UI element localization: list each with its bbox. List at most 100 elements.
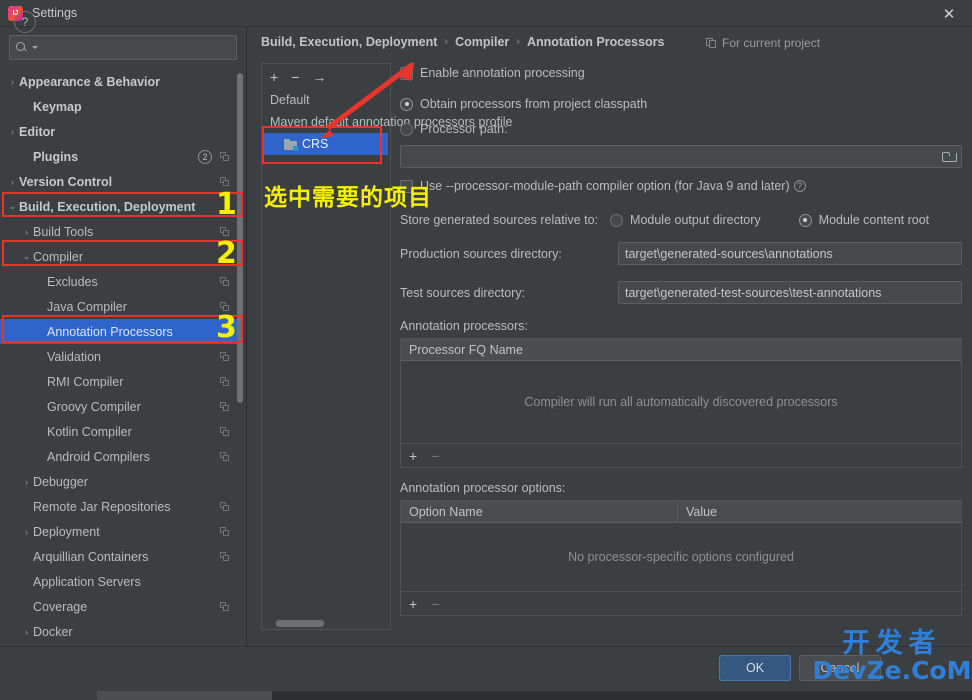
sidebar-item-arquillian-containers[interactable]: ›Arquillian Containers xyxy=(0,544,238,569)
test-sources-field[interactable]: target\generated-test-sources\test-annot… xyxy=(618,281,962,304)
sidebar-item-label: Kotlin Compiler xyxy=(47,424,132,439)
store-module-output-radio[interactable] xyxy=(610,213,624,227)
add-option-button[interactable]: + xyxy=(409,596,417,612)
column-processor-fq-name[interactable]: Processor FQ Name xyxy=(401,339,523,360)
ok-button[interactable]: OK xyxy=(719,655,791,681)
processor-path-field[interactable] xyxy=(400,145,962,168)
sidebar-item-label: Groovy Compiler xyxy=(47,399,141,414)
settings-tree[interactable]: ›Appearance & Behavior›Keymap›Editor›Plu… xyxy=(0,69,238,646)
sidebar-item-android-compilers[interactable]: ›Android Compilers xyxy=(0,444,238,469)
profiles-hscrollbar-thumb[interactable] xyxy=(276,620,324,627)
folder-browse-icon[interactable] xyxy=(942,151,957,162)
scope-label: For current project xyxy=(722,36,821,50)
chevron-down-icon[interactable]: ⌄ xyxy=(6,201,19,212)
chevron-down-icon[interactable]: ⌄ xyxy=(20,251,33,262)
breadcrumb-item[interactable]: Compiler xyxy=(455,35,509,49)
module-path-option-checkbox[interactable] xyxy=(400,179,413,193)
store-module-output-label: Module output directory xyxy=(630,213,761,227)
sidebar-scrollbar-thumb[interactable] xyxy=(237,73,243,403)
chevron-right-icon[interactable]: › xyxy=(6,77,19,87)
sidebar-item-debugger[interactable]: › Debugger xyxy=(0,469,238,494)
column-option-name[interactable]: Option Name xyxy=(401,501,677,522)
copy-settings-icon xyxy=(220,301,230,312)
sidebar-item-rmi-compiler[interactable]: ›RMI Compiler xyxy=(0,369,238,394)
sidebar-item-docker[interactable]: › Docker xyxy=(0,619,238,644)
chevron-right-icon[interactable]: › xyxy=(20,227,33,237)
sidebar-item-label: Version Control xyxy=(19,174,113,189)
remove-profile-button[interactable]: − xyxy=(291,70,299,84)
enable-annotation-processing-row[interactable]: Enable annotation processing xyxy=(400,63,962,83)
store-module-content-radio[interactable] xyxy=(798,213,812,227)
remove-processor-button[interactable]: − xyxy=(431,448,439,464)
processor-path-row[interactable]: Processor path: xyxy=(400,119,962,139)
enable-annotation-processing-checkbox[interactable] xyxy=(400,66,413,80)
sidebar-item-validation[interactable]: ›Validation xyxy=(0,344,238,369)
profiles-hscrollbar[interactable] xyxy=(264,620,390,627)
taskbar xyxy=(0,691,972,700)
sidebar-item-groovy-compiler[interactable]: ›Groovy Compiler xyxy=(0,394,238,419)
sidebar-item-editor[interactable]: › Editor xyxy=(0,119,238,144)
profile-row[interactable]: Default xyxy=(262,89,390,111)
help-icon[interactable]: ? xyxy=(793,180,806,192)
profile-row[interactable]: CRS xyxy=(264,133,388,155)
sidebar-item-coverage[interactable]: ›Coverage xyxy=(0,594,238,619)
sidebar-item-label: Deployment xyxy=(33,524,100,539)
title-bar: Settings ✕ xyxy=(0,0,972,27)
sidebar-item-excludes[interactable]: ›Excludes xyxy=(0,269,238,294)
sidebar-item-kotlin-compiler[interactable]: ›Kotlin Compiler xyxy=(0,419,238,444)
chevron-right-icon[interactable]: › xyxy=(20,527,33,537)
options-table-toolbar: + − xyxy=(401,591,961,615)
add-processor-button[interactable]: + xyxy=(409,448,417,464)
sidebar-item-label: Java Compiler xyxy=(47,299,127,314)
test-sources-row: Test sources directory: target\generated… xyxy=(400,281,962,304)
sidebar-item-compiler[interactable]: ⌄ Compiler xyxy=(0,244,238,269)
sidebar-item-label: Debugger xyxy=(33,474,88,489)
sidebar-item-label: Annotation Processors xyxy=(47,324,173,339)
breadcrumb-item[interactable]: Annotation Processors xyxy=(527,35,665,49)
help-button[interactable]: ? xyxy=(14,11,36,33)
sidebar-item-version-control[interactable]: › Version Control xyxy=(0,169,238,194)
move-profile-button[interactable]: → xyxy=(312,70,326,84)
store-module-content-label: Module content root xyxy=(818,213,930,227)
sidebar-item-build-tools[interactable]: › Build Tools xyxy=(0,219,238,244)
sidebar-item-java-compiler[interactable]: ›Java Compiler xyxy=(0,294,238,319)
chevron-right-icon[interactable]: › xyxy=(20,627,33,637)
sidebar-item-deployment[interactable]: › Deployment xyxy=(0,519,238,544)
processors-empty-text: Compiler will run all automatically disc… xyxy=(524,395,838,409)
sidebar-item-build-execution-deployment[interactable]: ⌄ Build, Execution, Deployment xyxy=(0,194,238,219)
search-box[interactable] xyxy=(9,35,237,60)
obtain-from-classpath-radio[interactable] xyxy=(400,97,413,111)
production-sources-field[interactable]: target\generated-sources\annotations xyxy=(618,242,962,265)
sidebar-item-annotation-processors[interactable]: ›Annotation Processors xyxy=(0,319,238,344)
chevron-right-icon[interactable]: › xyxy=(6,127,19,137)
search-input[interactable] xyxy=(38,40,230,55)
settings-sidebar: ›Appearance & Behavior›Keymap›Editor›Plu… xyxy=(0,27,247,646)
settings-dialog: Settings ✕ ›Appearance & Behavior›Keymap… xyxy=(0,0,972,700)
remove-option-button[interactable]: − xyxy=(431,596,439,612)
profile-row[interactable]: Maven default annotation processors prof… xyxy=(262,111,513,133)
sidebar-item-label: Coverage xyxy=(33,599,88,614)
copy-settings-icon xyxy=(220,601,230,612)
profiles-list[interactable]: Default Maven default annotation processo… xyxy=(262,89,513,155)
sidebar-scrollbar[interactable] xyxy=(237,73,243,618)
sidebar-item-appearance-behavior[interactable]: › Appearance & Behavior xyxy=(0,69,238,94)
chevron-right-icon[interactable]: › xyxy=(6,177,19,187)
add-profile-button[interactable]: + xyxy=(270,70,278,84)
sidebar-item-plugins[interactable]: ›Plugins2 xyxy=(0,144,238,169)
close-icon[interactable]: ✕ xyxy=(926,0,972,27)
sidebar-item-application-servers[interactable]: ›Application Servers xyxy=(0,569,238,594)
copy-settings-icon xyxy=(220,276,230,287)
breadcrumb-item[interactable]: Build, Execution, Deployment xyxy=(261,35,437,49)
column-value[interactable]: Value xyxy=(677,501,961,522)
module-path-option-row[interactable]: Use --processor-module-path compiler opt… xyxy=(400,176,962,196)
sidebar-item-label: Keymap xyxy=(33,99,82,114)
processor-path-radio[interactable] xyxy=(400,122,413,136)
sidebar-item-label: Build, Execution, Deployment xyxy=(19,199,196,214)
obtain-from-classpath-row[interactable]: Obtain processors from project classpath xyxy=(400,94,962,114)
sidebar-item-keymap[interactable]: ›Keymap xyxy=(0,94,238,119)
sidebar-item-label: Android Compilers xyxy=(47,449,150,464)
chevron-right-icon[interactable]: › xyxy=(20,477,33,487)
copy-settings-icon xyxy=(220,551,230,562)
breadcrumb: Build, Execution, Deployment › Compiler › An… xyxy=(261,35,664,49)
sidebar-item-remote-jar-repositories[interactable]: ›Remote Jar Repositories xyxy=(0,494,238,519)
